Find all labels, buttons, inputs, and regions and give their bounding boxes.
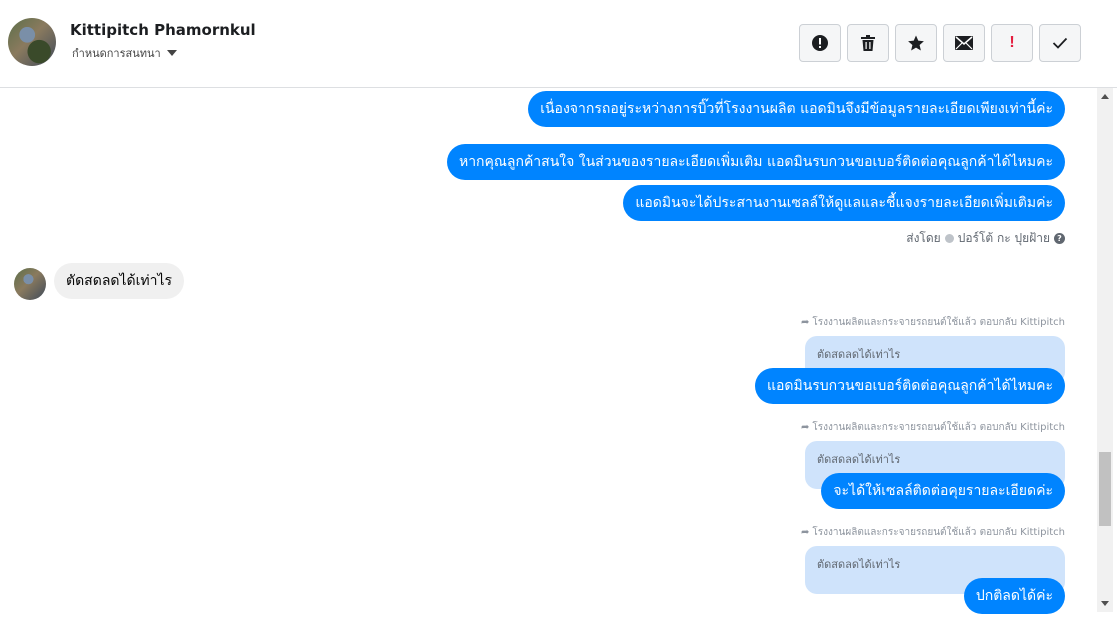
- contact-name[interactable]: Kittipitch Phamornkul: [70, 21, 256, 39]
- sent-by-prefix: ส่งโดย: [906, 231, 941, 245]
- reply-note: ➦ โรงงานผลิตและกระจายรถยนต์ใช้แล้ว ตอบกล…: [801, 525, 1065, 540]
- outgoing-message[interactable]: แอดมินรบกวนขอเบอร์ติดต่อคุณลูกค้าได้ไหมค…: [754, 368, 1065, 404]
- reply-arrow-icon: ➦: [801, 527, 810, 538]
- checkmark-icon: [1052, 37, 1068, 49]
- envelope-icon: [955, 36, 973, 50]
- scrollbar-thumb[interactable]: [1099, 452, 1111, 526]
- status-dot-icon: [944, 234, 954, 243]
- conversation-status-label: กำหนดการสนทนา: [72, 47, 161, 60]
- sent-by-label: ส่งโดย ปอร์โต้ กะ ปุยฝ้าย ?: [906, 229, 1065, 248]
- conversation-header: Kittipitch Phamornkul กำหนดการสนทนา !: [0, 0, 1117, 88]
- chevron-down-icon: [166, 50, 177, 56]
- outgoing-message[interactable]: หากคุณลูกค้าสนใจ ในส่วนของรายละเอียดเพิ่…: [446, 144, 1065, 180]
- conversation-status-dropdown[interactable]: กำหนดการสนทนา: [72, 44, 177, 62]
- help-icon[interactable]: ?: [1054, 233, 1065, 244]
- outgoing-message[interactable]: แอดมินจะได้ประสานงานเซลล์ให้ดูแลและชี้แจ…: [623, 185, 1065, 221]
- quoted-text: ตัดสดลดได้เท่าไร: [817, 558, 901, 571]
- outgoing-message[interactable]: จะได้ให้เซลล์ติดต่อคุยรายละเอียดค่ะ: [821, 473, 1065, 509]
- outgoing-message[interactable]: เนื่องจากรถอยู่ระหว่างการบิ๊วที่โรงงานผล…: [528, 91, 1065, 127]
- reply-note: ➦ โรงงานผลิตและกระจายรถยนต์ใช้แล้ว ตอบกล…: [801, 315, 1065, 330]
- reply-arrow-icon: ➦: [801, 422, 810, 433]
- incoming-message[interactable]: ตัดสดลดได้เท่าไร: [54, 263, 185, 299]
- scroll-down-arrow-icon[interactable]: [1101, 601, 1109, 606]
- mark-unread-button[interactable]: [943, 24, 985, 62]
- conversation-toolbar: !: [799, 24, 1081, 62]
- exclamation-icon: !: [1009, 34, 1015, 51]
- reply-note-text: โรงงานผลิตและกระจายรถยนต์ใช้แล้ว ตอบกลับ…: [812, 527, 1065, 538]
- quoted-text: ตัดสดลดได้เท่าไร: [817, 348, 901, 361]
- delete-button[interactable]: [847, 24, 889, 62]
- contact-avatar[interactable]: [8, 18, 56, 66]
- contact-avatar-small[interactable]: [14, 268, 46, 300]
- reply-note: ➦ โรงงานผลิตและกระจายรถยนต์ใช้แล้ว ตอบกล…: [801, 420, 1065, 435]
- outgoing-message[interactable]: ปกติลดได้ค่ะ: [963, 578, 1065, 614]
- follow-up-button[interactable]: !: [991, 24, 1033, 62]
- sender-name: ปอร์โต้ กะ ปุยฝ้าย: [957, 231, 1050, 245]
- reply-note-text: โรงงานผลิตและกระจายรถยนต์ใช้แล้ว ตอบกลับ…: [812, 422, 1065, 433]
- quoted-text: ตัดสดลดได้เท่าไร: [817, 453, 901, 466]
- message-scrollbar[interactable]: [1097, 88, 1113, 612]
- mark-spam-button[interactable]: [799, 24, 841, 62]
- spam-alert-icon: [812, 35, 828, 51]
- reply-note-text: โรงงานผลิตและกระจายรถยนต์ใช้แล้ว ตอบกลับ…: [812, 317, 1065, 328]
- star-icon: [908, 35, 924, 51]
- trash-icon: [861, 35, 875, 51]
- star-button[interactable]: [895, 24, 937, 62]
- mark-done-button[interactable]: [1039, 24, 1081, 62]
- scroll-up-arrow-icon[interactable]: [1101, 94, 1109, 99]
- reply-arrow-icon: ➦: [801, 317, 810, 328]
